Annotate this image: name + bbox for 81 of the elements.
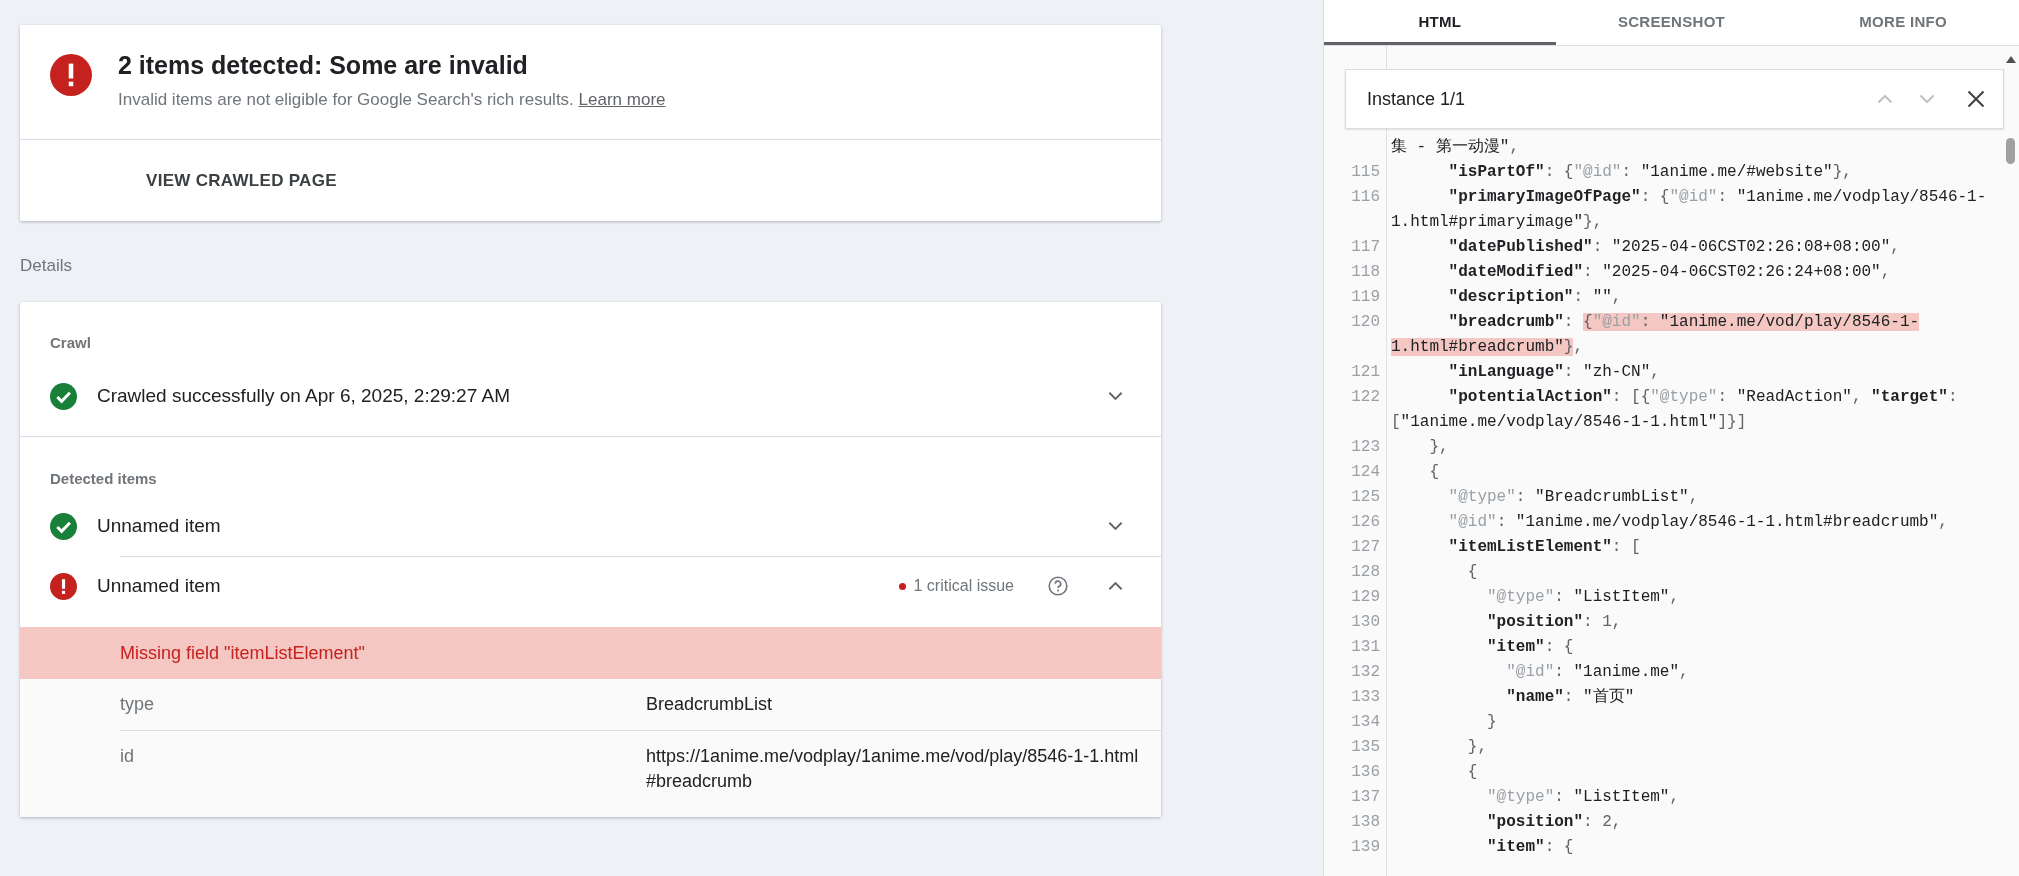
line-number: 116 <box>1324 185 1387 210</box>
summary-title: 2 items detected: Some are invalid <box>118 51 529 80</box>
scroll-up-icon[interactable] <box>2006 56 2016 63</box>
code-line: "breadcrumb": {"@id": "1anime.me/vod/play/8546-1- <box>1447 312 1920 333</box>
code-line: ["1anime.me/vodplay/8546-1-1.html"]}] <box>1390 412 1747 433</box>
learn-more-link[interactable]: Learn more <box>578 90 666 109</box>
line-number: 121 <box>1324 360 1387 385</box>
item-name[interactable]: Unnamed item <box>97 575 879 597</box>
section-heading: Detected items <box>49 469 158 489</box>
line-number: 136 <box>1324 760 1387 785</box>
line-number: 128 <box>1324 560 1387 585</box>
code-line: }, <box>1428 437 1449 458</box>
code-line: "name": "首页" <box>1505 687 1635 708</box>
tab[interactable]: SCREENSHOT <box>1555 0 1788 45</box>
code-line: { <box>1466 562 1478 583</box>
help-icon[interactable] <box>1048 576 1068 596</box>
section-heading: Crawl <box>49 333 92 353</box>
line-number: 125 <box>1324 485 1387 510</box>
code-line: 集 - 第一动漫", <box>1390 137 1519 158</box>
line-number: 118 <box>1324 260 1387 285</box>
code-line: "inLanguage": "zh-CN", <box>1447 362 1660 383</box>
section-label: Details <box>20 255 73 277</box>
find-result: Instance 1/1 <box>1367 88 1467 110</box>
chevron-down-icon[interactable] <box>1108 521 1123 531</box>
line-number: 115 <box>1324 160 1387 185</box>
line-number: 122 <box>1324 385 1387 410</box>
code-line: "item": { <box>1486 837 1574 858</box>
scroll-thumb[interactable] <box>2006 138 2015 164</box>
view-crawled-page-button[interactable]: VIEW CRAWLED PAGE <box>146 166 337 195</box>
code-line: "@id": "1anime.me/vodplay/8546-1-1.html#breadcrumb", <box>1447 512 1948 533</box>
code-line: { <box>1428 462 1439 483</box>
code-line: "description": "", <box>1447 287 1622 308</box>
line-number: 117 <box>1324 235 1387 260</box>
line-number: 131 <box>1324 635 1387 660</box>
code-line: "item": { <box>1486 637 1574 658</box>
code-line: "@id": "1anime.me", <box>1505 662 1689 683</box>
code-line: "dateModified": "2025-04-06CST02:26:24+08:00", <box>1447 262 1891 283</box>
crawl-status: Crawled successfully on Apr 6, 2025, 2:29:27 AM <box>97 385 511 407</box>
code-line: "datePublished": "2025-04-06CST02:26:08+08:00", <box>1447 237 1900 258</box>
chevron-up-icon[interactable] <box>1108 581 1123 591</box>
line-number: 133 <box>1324 685 1387 710</box>
line-number: 130 <box>1324 610 1387 635</box>
line-number: 123 <box>1324 435 1387 460</box>
property-value: https://1anime.me/vodplay/1anime.me/vod/play/8546-1-1.html#breadcrumb <box>646 745 1140 793</box>
code-line: "@type": "BreadcrumbList", <box>1447 487 1699 508</box>
code-line: "@type": "ListItem", <box>1486 787 1680 808</box>
line-number: 132 <box>1324 660 1387 685</box>
line-number: 137 <box>1324 785 1387 810</box>
property-name: id <box>120 745 135 768</box>
line-number: 127 <box>1324 535 1387 560</box>
code-line: "@type": "ListItem", <box>1486 587 1680 608</box>
line-number: 135 <box>1324 735 1387 760</box>
line-number: 126 <box>1324 510 1387 535</box>
line-number: 124 <box>1324 460 1387 485</box>
line-number: 119 <box>1324 285 1387 310</box>
code-line: { <box>1466 762 1478 783</box>
code-line: "itemListElement": [ <box>1447 537 1641 558</box>
line-number: 139 <box>1324 835 1387 860</box>
line-number: 120 <box>1324 310 1387 335</box>
code-line: } <box>1486 712 1497 733</box>
issue-dot <box>898 582 906 590</box>
issue-count: 1 critical issue <box>913 577 1014 595</box>
chevron-down-icon[interactable] <box>1108 391 1123 401</box>
issue-message: Missing field "itemListElement" <box>20 627 1161 679</box>
code-line: }, <box>1466 737 1487 758</box>
close-icon[interactable] <box>1967 90 1985 108</box>
property-name: type <box>120 693 156 716</box>
tab[interactable]: HTML <box>1324 0 1556 45</box>
code-line: "position": 2, <box>1486 812 1622 833</box>
line-number: 138 <box>1324 810 1387 835</box>
code-line: "primaryImageOfPage": {"@id": "1anime.me/vodplay/8546-1- <box>1447 187 1987 208</box>
tab[interactable]: MORE INFO <box>1787 0 2019 45</box>
code-line: "potentialAction": [{"@type": "ReadAction", "target": <box>1447 387 1958 408</box>
property-value: BreadcrumbList <box>646 693 774 716</box>
line-number: 134 <box>1324 710 1387 735</box>
line-number: 129 <box>1324 585 1387 610</box>
summary-text: Invalid items are not eligible for Google Search's rich results. Learn more <box>118 90 666 110</box>
item-name[interactable]: Unnamed item <box>97 515 1088 537</box>
code-line: "position": 1, <box>1486 612 1622 633</box>
code-line: "isPartOf": {"@id": "1anime.me/#website"}, <box>1447 162 1852 183</box>
code-line: 1.html#primaryimage"}, <box>1390 212 1603 233</box>
